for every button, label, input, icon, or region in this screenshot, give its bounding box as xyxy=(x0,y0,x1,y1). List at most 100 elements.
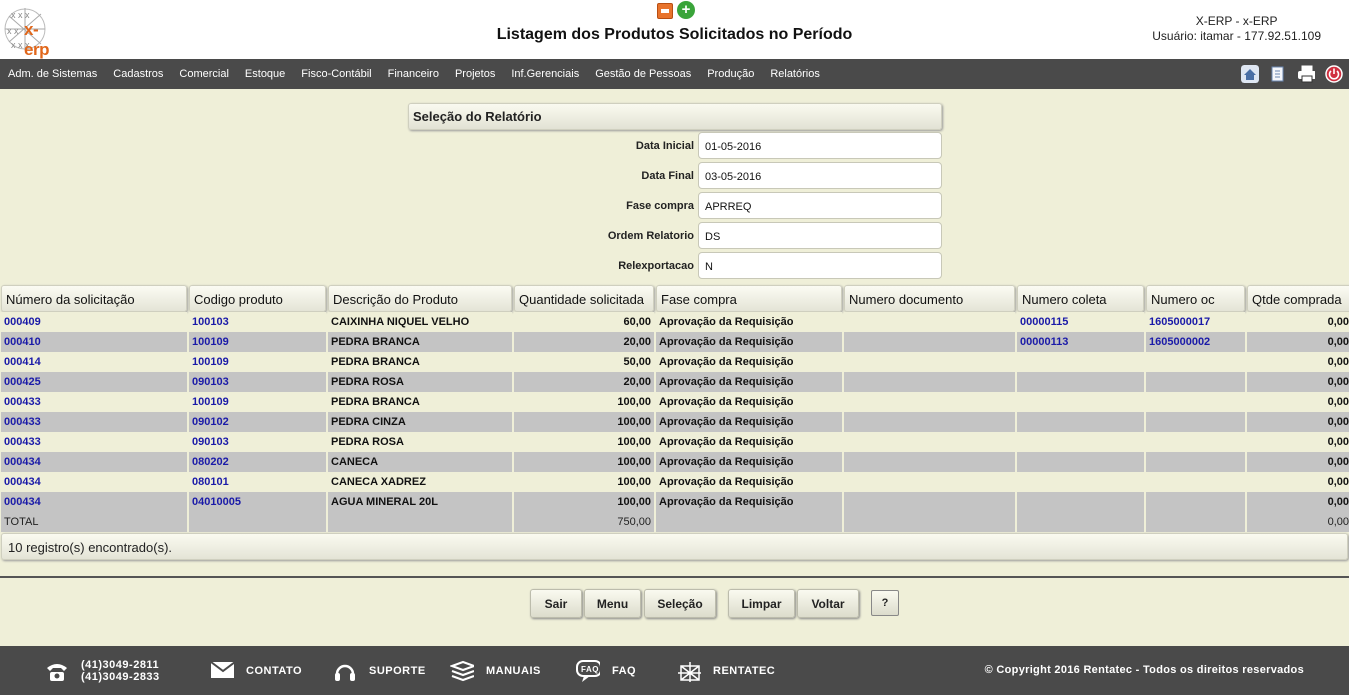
cell-numero-coleta[interactable]: 00000113 xyxy=(1017,332,1144,352)
cell-numero-coleta xyxy=(1017,372,1144,392)
menu-item-adm-sistemas[interactable]: Adm. de Sistemas xyxy=(8,68,97,80)
cell-descricao-produto: PEDRA CINZA xyxy=(328,412,512,432)
footer-contato[interactable]: CONTATO xyxy=(210,646,302,695)
menu-item-producao[interactable]: Produção xyxy=(707,68,754,80)
total-cell-numero-coleta xyxy=(1017,512,1144,532)
cell-codigo-produto[interactable]: 100109 xyxy=(189,352,326,372)
manuais-link[interactable]: MANUAIS xyxy=(486,665,541,677)
footer-faq[interactable]: FAQ FAQ xyxy=(576,646,636,695)
table-row: 000414 100109 PEDRA BRANCA 50,00 Aprovação d… xyxy=(1,352,1349,372)
logout-power-icon[interactable] xyxy=(1325,65,1343,83)
user-info: X-ERP - x-ERP Usuário: itamar - 177.92.5… xyxy=(1152,14,1321,44)
cell-numero-solicitacao[interactable]: 000425 xyxy=(1,372,187,392)
cell-numero-solicitacao[interactable]: 000434 xyxy=(1,472,187,492)
phone-2: (41)3049-2833 xyxy=(81,670,160,683)
data-final-input[interactable]: 03-05-2016 xyxy=(698,162,942,189)
cell-numero-solicitacao[interactable]: 000414 xyxy=(1,352,187,372)
menu-item-relatorios[interactable]: Relatórios xyxy=(770,68,820,80)
cell-numero-oc[interactable]: 1605000002 xyxy=(1146,332,1245,352)
menu-item-fisco-contabil[interactable]: Fisco-Contábil xyxy=(301,68,371,80)
cell-codigo-produto[interactable]: 080202 xyxy=(189,452,326,472)
column-header[interactable]: Codigo produto xyxy=(189,285,326,312)
menu-item-cadastros[interactable]: Cadastros xyxy=(113,68,163,80)
cell-numero-coleta[interactable]: 00000115 xyxy=(1017,312,1144,332)
column-header[interactable]: Número da solicitação xyxy=(1,285,187,312)
add-icon[interactable]: + xyxy=(677,1,695,19)
menu-item-inf-gerenciais[interactable]: Inf.Gerenciais xyxy=(511,68,579,80)
books-icon xyxy=(450,660,474,681)
cell-numero-solicitacao[interactable]: 000410 xyxy=(1,332,187,352)
cell-codigo-produto[interactable]: 100109 xyxy=(189,332,326,352)
column-header[interactable]: Descrição do Produto xyxy=(328,285,512,312)
field-data-inicial: Data Inicial 01-05-2016 xyxy=(408,132,942,160)
column-header[interactable]: Numero oc xyxy=(1146,285,1245,312)
column-header[interactable]: Numero coleta xyxy=(1017,285,1144,312)
cell-numero-solicitacao[interactable]: 000434 xyxy=(1,492,187,512)
svg-text:FAQ: FAQ xyxy=(581,665,599,674)
ordem-relatorio-input[interactable]: DS xyxy=(698,222,942,249)
column-header[interactable]: Fase compra xyxy=(656,285,842,312)
total-cell-descricao-produto xyxy=(328,512,512,532)
cell-numero-solicitacao[interactable]: 000433 xyxy=(1,392,187,412)
print-icon[interactable] xyxy=(1297,65,1315,83)
cell-codigo-produto[interactable]: 090103 xyxy=(189,432,326,452)
suporte-link[interactable]: SUPORTE xyxy=(369,665,426,677)
column-header[interactable]: Qtde comprada xyxy=(1247,285,1349,312)
menu-item-projetos[interactable]: Projetos xyxy=(455,68,495,80)
faq-link[interactable]: FAQ xyxy=(612,665,636,677)
fase-compra-input[interactable]: APRREQ xyxy=(698,192,942,219)
user-name: Usuário: itamar - 177.92.51.109 xyxy=(1152,29,1321,43)
limpar-button[interactable]: Limpar xyxy=(728,589,795,618)
table-row: 000425 090103 PEDRA ROSA 20,00 Aprovação da … xyxy=(1,372,1349,392)
column-header[interactable]: Quantidade solicitada xyxy=(514,285,654,312)
home-icon[interactable] xyxy=(1241,65,1259,83)
voltar-button[interactable]: Voltar xyxy=(797,589,859,618)
cell-codigo-produto[interactable]: 100109 xyxy=(189,392,326,412)
cell-numero-oc xyxy=(1146,412,1245,432)
cell-fase-compra: Aprovação da Requisição xyxy=(656,392,842,412)
cell-numero-solicitacao[interactable]: 000409 xyxy=(1,312,187,332)
footer-phones: (41)3049-2811 (41)3049-2833 xyxy=(45,646,160,695)
menu-bar: Adm. de Sistemas Cadastros Comercial Est… xyxy=(0,59,1349,89)
table-row: 000433 100109 PEDRA BRANCA 100,00 Aprovação … xyxy=(1,392,1349,412)
export-pdf-icon[interactable] xyxy=(657,3,673,19)
menu-button[interactable]: Menu xyxy=(584,589,641,618)
cell-codigo-produto[interactable]: 04010005 xyxy=(189,492,326,512)
cell-qtde-comprada: 0,00 xyxy=(1247,372,1349,392)
document-icon[interactable] xyxy=(1269,65,1287,83)
cell-codigo-produto[interactable]: 080101 xyxy=(189,472,326,492)
main-menu: Adm. de Sistemas Cadastros Comercial Est… xyxy=(8,59,836,89)
footer-suporte[interactable]: SUPORTE xyxy=(333,646,426,695)
cell-fase-compra: Aprovação da Requisição xyxy=(656,412,842,432)
total-cell-quantidade-solicitada: 750,00 xyxy=(514,512,654,532)
data-inicial-input[interactable]: 01-05-2016 xyxy=(698,132,942,159)
menu-item-estoque[interactable]: Estoque xyxy=(245,68,285,80)
sair-button[interactable]: Sair xyxy=(530,589,582,618)
cell-codigo-produto[interactable]: 090103 xyxy=(189,372,326,392)
contato-link[interactable]: CONTATO xyxy=(246,665,302,677)
menu-item-comercial[interactable]: Comercial xyxy=(179,68,229,80)
help-button[interactable]: ? xyxy=(871,590,899,616)
relexportacao-input[interactable]: N xyxy=(698,252,942,279)
cell-codigo-produto[interactable]: 100103 xyxy=(189,312,326,332)
footer-rentatec[interactable]: RENTATEC xyxy=(677,646,775,695)
cell-codigo-produto[interactable]: 090102 xyxy=(189,412,326,432)
cell-qtde-comprada: 0,00 xyxy=(1247,472,1349,492)
rentatec-link[interactable]: RENTATEC xyxy=(713,665,775,677)
menu-item-gestao-pessoas[interactable]: Gestão de Pessoas xyxy=(595,68,691,80)
cell-numero-solicitacao[interactable]: 000433 xyxy=(1,432,187,452)
results-table: Número da solicitação Codigo produto Des… xyxy=(1,285,1349,532)
faq-bubble-icon: FAQ xyxy=(576,659,600,682)
cell-numero-oc xyxy=(1146,372,1245,392)
footer-manuais[interactable]: MANUAIS xyxy=(450,646,541,695)
cell-numero-oc[interactable]: 1605000017 xyxy=(1146,312,1245,332)
selecao-button[interactable]: Seleção xyxy=(644,589,716,618)
copyright: © Copyright 2016 Rentatec - Todos os dir… xyxy=(984,664,1304,676)
cell-numero-solicitacao[interactable]: 000434 xyxy=(1,452,187,472)
column-header[interactable]: Numero documento xyxy=(844,285,1015,312)
cell-numero-coleta xyxy=(1017,492,1144,512)
records-found: 10 registro(s) encontrado(s). xyxy=(1,533,1348,560)
cell-descricao-produto: PEDRA BRANCA xyxy=(328,352,512,372)
menu-item-financeiro[interactable]: Financeiro xyxy=(388,68,439,80)
cell-numero-solicitacao[interactable]: 000433 xyxy=(1,412,187,432)
